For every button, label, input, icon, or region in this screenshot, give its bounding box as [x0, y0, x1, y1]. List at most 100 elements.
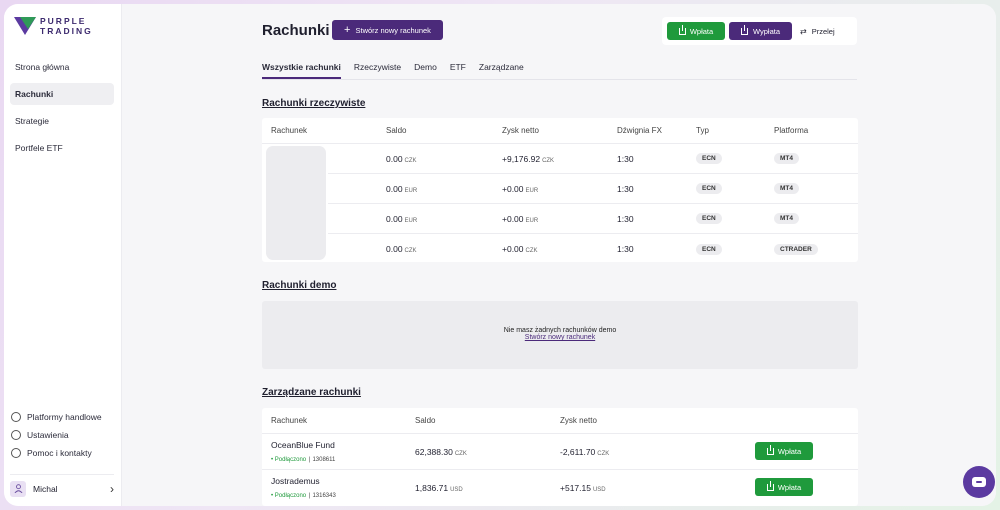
compass-icon: [11, 412, 21, 422]
currency: USD: [592, 487, 606, 493]
sidebar: PURPLE TRADING Strona główna Rachunki St…: [4, 4, 122, 506]
avatar: [10, 480, 26, 497]
tab-etf[interactable]: ETF: [450, 62, 466, 79]
chevron-right-icon[interactable]: ›: [110, 482, 114, 496]
managed-deposit-button[interactable]: Wpłata: [755, 442, 813, 460]
type-badge: ECN: [696, 213, 722, 224]
sidebar-item-trading-platforms[interactable]: Platformy handlowe: [10, 408, 114, 426]
user-icon: [14, 484, 22, 493]
table-row[interactable]: OceanBlue Fund • Podłączono | 1308611 62…: [262, 434, 858, 470]
platform-badge: CTRADER: [774, 243, 818, 255]
currency: CZK: [454, 450, 467, 457]
app-window: PURPLE TRADING Strona główna Rachunki St…: [4, 4, 996, 506]
real-accounts-table: Rachunek Saldo Zysk netto Dźwignia FX Ty…: [262, 118, 858, 262]
profit-value: +0.00: [502, 244, 524, 254]
profit-value: +0.00: [502, 183, 524, 194]
profit-value: +0.00: [502, 213, 524, 224]
sidebar-item-label: Ustawienia: [27, 430, 69, 440]
brand-name-line2: TRADING: [40, 26, 93, 36]
sidebar-item-settings[interactable]: Ustawienia: [10, 426, 114, 444]
table-header: Rachunek Saldo Zysk netto: [262, 408, 858, 434]
create-account-label: Stwórz nowy rachunek: [355, 25, 431, 35]
deposit-button[interactable]: Wpłata: [667, 22, 725, 40]
table-row[interactable]: 0.00 CZK +0.00 CZK 1:30 ECN CTRADER: [328, 234, 858, 264]
table-header: Rachunek Saldo Zysk netto Dźwignia FX Ty…: [262, 118, 858, 144]
gear-icon: [11, 430, 21, 440]
tab-all-accounts[interactable]: Wszystkie rachunki: [262, 62, 341, 79]
download-icon: [766, 480, 774, 491]
column-header: Rachunek: [271, 416, 308, 425]
real-accounts-title[interactable]: Rachunki rzeczywiste: [262, 98, 365, 109]
header-actions: Wpłata Wypłata ⇄ Przelej: [662, 17, 857, 45]
sidebar-item-label: Platformy handlowe: [27, 412, 102, 422]
sidebar-item-help[interactable]: Pomoc i kontakty: [10, 444, 114, 462]
table-row[interactable]: 0.00 EUR +0.00 EUR 1:30 ECN MT4: [328, 204, 858, 234]
balance-value: 0.00: [386, 153, 403, 164]
chat-icon: [972, 477, 986, 487]
create-demo-account-link[interactable]: Stwórz nowy rachunek: [262, 334, 858, 341]
separator: |: [308, 457, 311, 463]
deposit-label: Wpłata: [777, 446, 802, 456]
type-badge: ECN: [696, 183, 722, 194]
column-header: Typ: [696, 126, 709, 135]
balance-value: 1,836.71: [415, 483, 449, 493]
withdraw-button[interactable]: Wypłata: [729, 22, 792, 40]
account-name-placeholder: [266, 146, 326, 260]
transfer-label: Przelej: [811, 26, 835, 36]
user-menu[interactable]: Michal ›: [10, 474, 114, 497]
tab-real[interactable]: Rzeczywiste: [354, 62, 401, 79]
profit-value: -2,611.70: [560, 446, 596, 457]
table-row[interactable]: 0.00 CZK +9,176.92 CZK 1:30 ECN MT4: [328, 144, 858, 174]
sidebar-bottom-nav: Platformy handlowe Ustawienia Pomoc i ko…: [10, 408, 114, 462]
help-icon: [11, 448, 21, 458]
page-title: Rachunki: [262, 22, 330, 39]
managed-deposit-button[interactable]: Wpłata: [755, 478, 813, 496]
profit-value: +9,176.92: [502, 153, 541, 164]
currency: EUR: [404, 187, 418, 194]
currency: CZK: [542, 157, 555, 164]
create-account-button[interactable]: + Stwórz nowy rachunek: [332, 20, 443, 40]
sidebar-nav: Strona główna Rachunki Strategie Portfel…: [10, 56, 114, 164]
brand-name-line1: PURPLE: [40, 16, 87, 26]
brand-logo[interactable]: PURPLE TRADING: [14, 16, 93, 36]
demo-accounts-title[interactable]: Rachunki demo: [262, 280, 336, 291]
download-icon: [678, 24, 686, 35]
transfer-icon: ⇄: [800, 26, 807, 36]
balance-value: 0.00: [386, 244, 403, 254]
sidebar-item-accounts[interactable]: Rachunki: [10, 83, 114, 105]
transfer-button[interactable]: ⇄ Przelej: [800, 22, 852, 40]
column-header: Zysk netto: [502, 126, 539, 135]
demo-empty-state: Nie masz żadnych rachunków demo Stwórz n…: [262, 301, 858, 369]
plus-icon: +: [344, 24, 351, 36]
status-badge: • Podłączono: [271, 493, 307, 499]
currency: CZK: [525, 248, 538, 254]
account-name: OceanBlue Fund: [271, 440, 335, 450]
column-header: Rachunek: [271, 126, 308, 135]
sidebar-item-etf-portfolios[interactable]: Portfele ETF: [10, 137, 114, 159]
chat-button[interactable]: [963, 466, 995, 498]
withdraw-label: Wypłata: [752, 26, 781, 36]
deposit-label: Wpłata: [689, 26, 714, 36]
table-row[interactable]: Jostrademus • Podłączono | 1316343 1,836…: [262, 470, 858, 506]
managed-accounts-title[interactable]: Zarządzane rachunki: [262, 387, 361, 398]
account-id: 1308611: [312, 457, 336, 463]
currency: EUR: [525, 217, 539, 224]
table-row[interactable]: 0.00 EUR +0.00 EUR 1:30 ECN MT4: [328, 174, 858, 204]
status-badge: • Podłączono: [271, 457, 307, 463]
currency: CZK: [404, 248, 417, 254]
sidebar-item-home[interactable]: Strona główna: [10, 56, 114, 78]
leverage-value: 1:30: [617, 183, 634, 194]
platform-badge: MT4: [774, 213, 799, 224]
separator: |: [308, 493, 311, 499]
balance-value: 0.00: [386, 183, 403, 194]
sidebar-item-strategies[interactable]: Strategie: [10, 110, 114, 132]
main-content: Rachunki + Stwórz nowy rachunek Wpłata W…: [122, 4, 996, 506]
balance-value: 62,388.30: [415, 446, 453, 457]
column-header: Saldo: [415, 416, 436, 425]
leverage-value: 1:30: [617, 213, 634, 224]
tab-managed[interactable]: Zarządzane: [479, 62, 524, 79]
tab-demo[interactable]: Demo: [414, 62, 437, 79]
currency: EUR: [525, 187, 539, 194]
currency: CZK: [597, 450, 610, 457]
sidebar-item-label: Pomoc i kontakty: [27, 448, 92, 458]
